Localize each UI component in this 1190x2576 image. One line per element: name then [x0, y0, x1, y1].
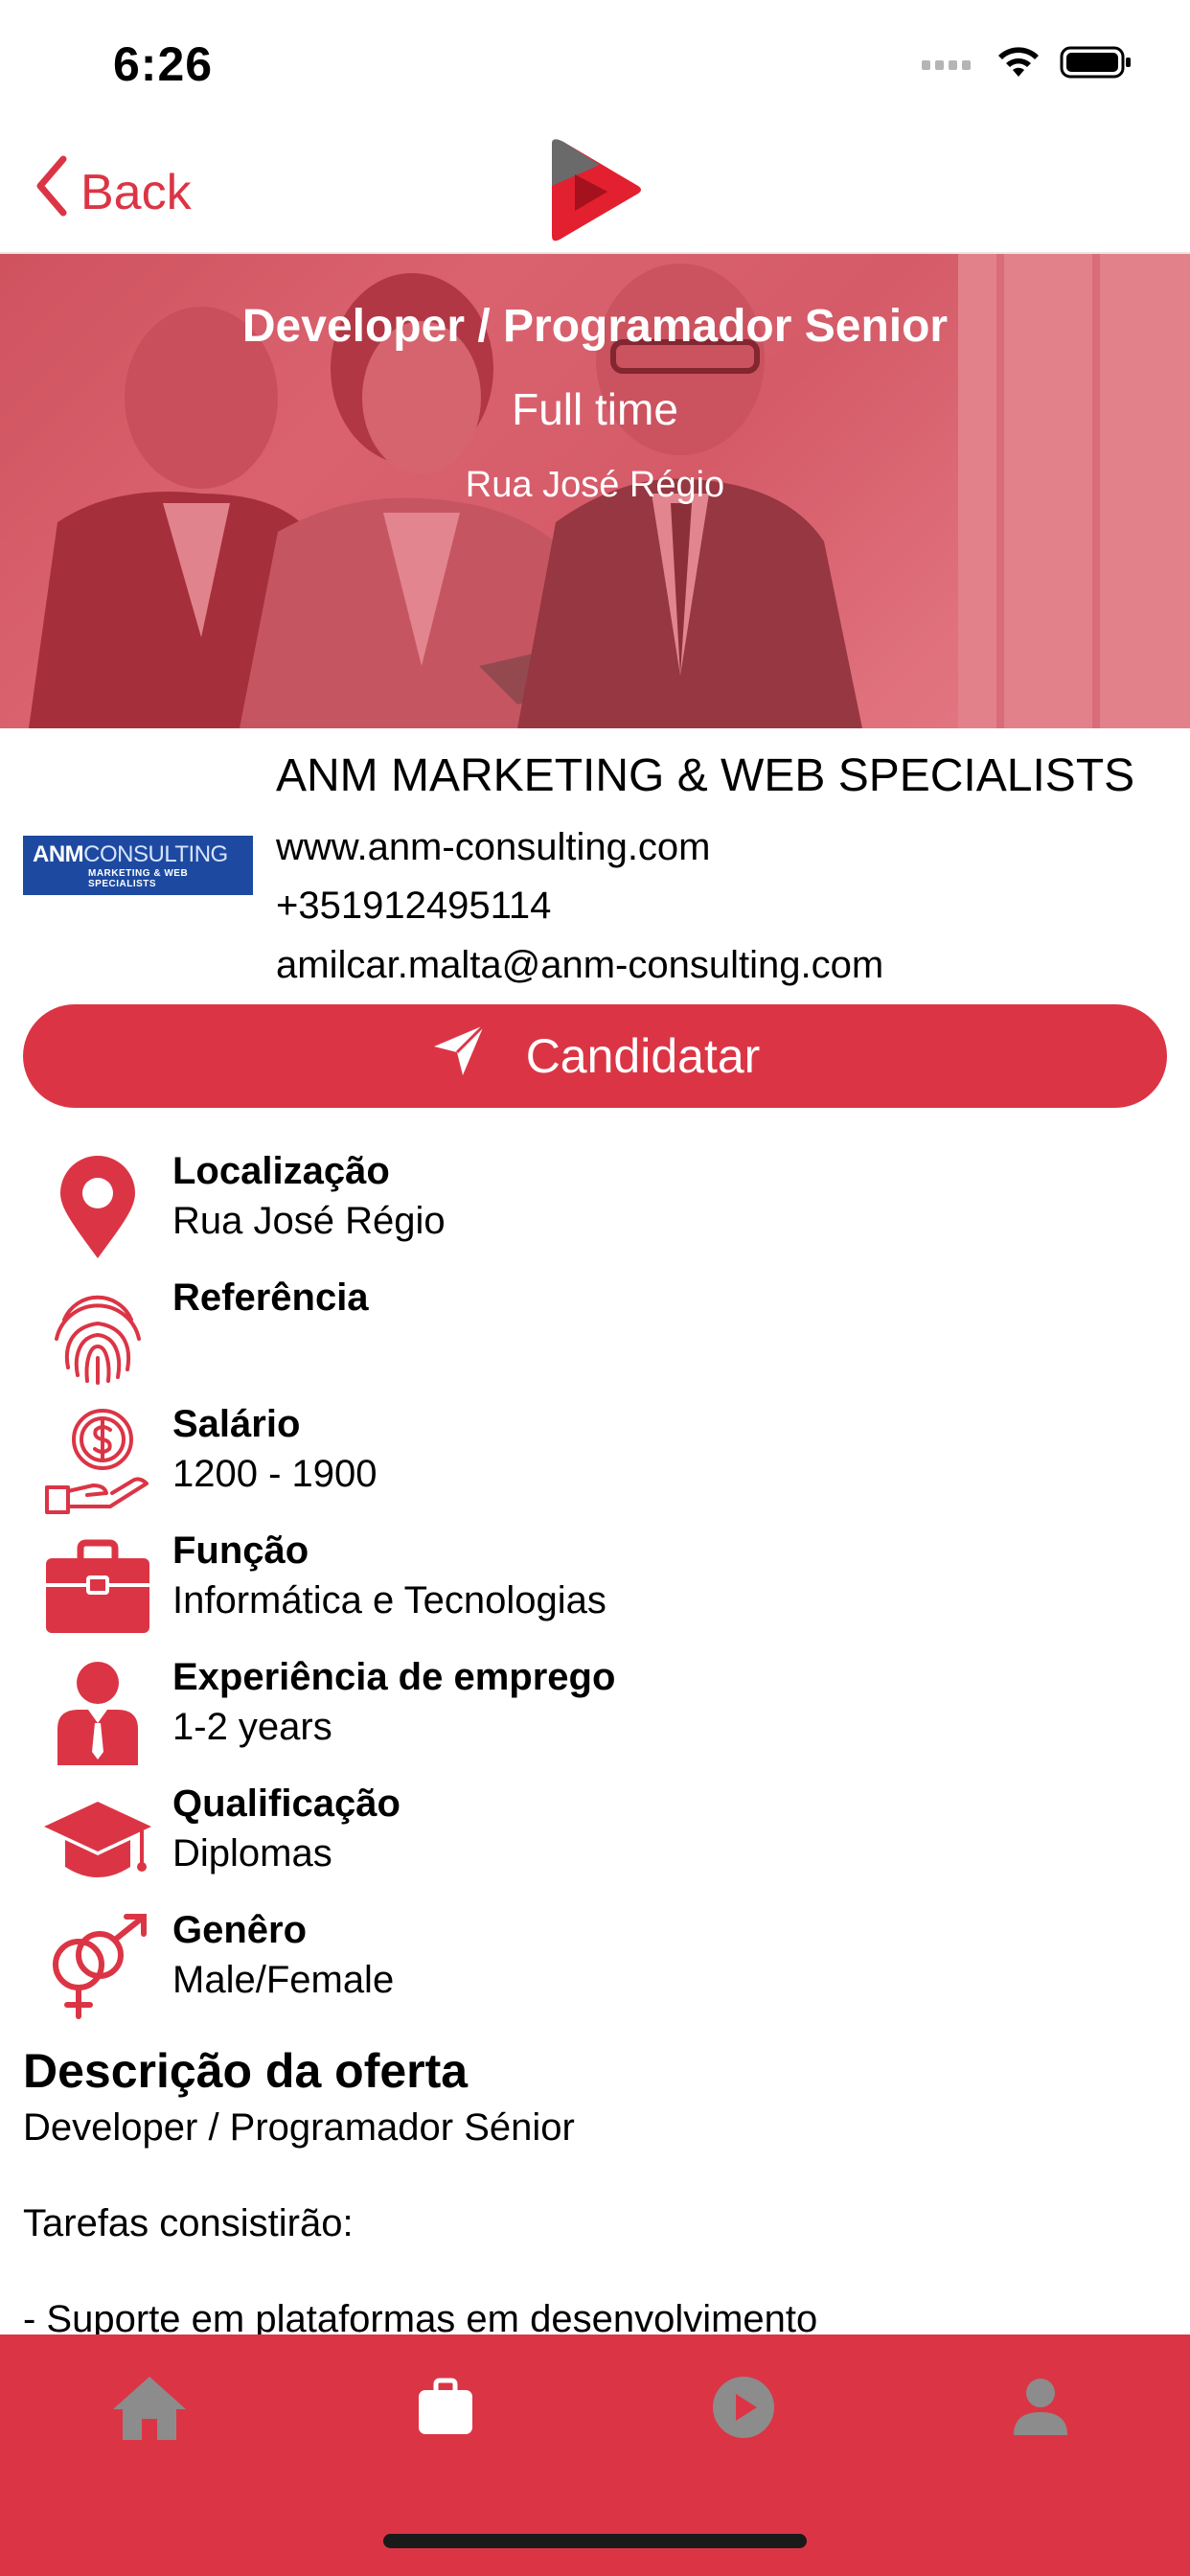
- jobs-briefcase-icon: [415, 2377, 476, 2443]
- gender-icon: [40, 1911, 155, 2022]
- status-bar: 6:26: [0, 0, 1190, 125]
- detail-label: Localização: [172, 1150, 390, 1192]
- status-time: 6:26: [113, 37, 214, 91]
- detail-value: Informática e Tecnologias: [172, 1579, 606, 1622]
- detail-value: 1200 - 1900: [172, 1453, 378, 1495]
- detail-gender: Genêro Male/Female: [0, 1909, 1190, 2024]
- company-website-link[interactable]: www.anm-consulting.com: [276, 826, 711, 869]
- play-circle-icon: [711, 2375, 776, 2445]
- detail-label: Salário: [172, 1403, 301, 1445]
- description-title: Descrição da oferta: [23, 2044, 469, 2098]
- detail-location: Localização Rua José Régio: [0, 1150, 1190, 1265]
- detail-label: Experiência de emprego: [172, 1656, 616, 1698]
- wifi-icon: [995, 44, 1042, 85]
- company-name: ANM MARKETING & WEB SPECIALISTS: [276, 750, 1135, 801]
- detail-value: Male/Female: [172, 1959, 395, 2001]
- tab-videos[interactable]: [696, 2361, 791, 2457]
- location-pin-icon: [40, 1152, 155, 1263]
- detail-reference: Referência: [0, 1276, 1190, 1392]
- chevron-left-icon: [34, 155, 67, 229]
- description-line: Tarefas consistirão:: [23, 2202, 354, 2244]
- back-label: Back: [80, 164, 192, 220]
- employee-icon: [40, 1658, 155, 1769]
- send-icon: [430, 1022, 488, 1091]
- graduation-cap-icon: [40, 1784, 155, 1896]
- detail-label: Referência: [172, 1276, 369, 1319]
- fingerprint-icon: [40, 1278, 155, 1390]
- tab-home[interactable]: [102, 2361, 197, 2457]
- job-location: Rua José Régio: [465, 465, 725, 505]
- job-hero-banner: Developer / Programador Senior Full time…: [0, 254, 1190, 728]
- salary-hand-icon: [40, 1405, 155, 1516]
- detail-value: Diplomas: [172, 1832, 332, 1874]
- apply-label: Candidatar: [525, 1029, 761, 1083]
- home-icon: [111, 2373, 188, 2447]
- job-type: Full time: [512, 384, 678, 434]
- profile-icon: [1012, 2378, 1069, 2442]
- company-email-link[interactable]: amilcar.malta@anm-consulting.com: [276, 944, 883, 987]
- play-logo-icon: [542, 136, 648, 248]
- description-line: Developer / Programador Sénior: [23, 2106, 575, 2149]
- status-indicators: [920, 44, 1133, 85]
- tab-jobs[interactable]: [398, 2361, 493, 2457]
- detail-label: Qualificação: [172, 1782, 400, 1825]
- detail-function: Função Informática e Tecnologias: [0, 1530, 1190, 1644]
- detail-label: Função: [172, 1530, 309, 1572]
- apply-button[interactable]: Candidatar: [23, 1004, 1167, 1108]
- company-phone-link[interactable]: +351912495114: [276, 885, 551, 928]
- detail-label: Genêro: [172, 1909, 308, 1951]
- back-button[interactable]: Back: [34, 155, 192, 229]
- company-logo: ANMCONSULTING MARKETING & WEB SPECIALIST…: [23, 836, 253, 895]
- detail-value: Rua José Régio: [172, 1200, 446, 1242]
- briefcase-icon: [40, 1531, 155, 1643]
- home-indicator[interactable]: [383, 2534, 807, 2548]
- signal-icon: [920, 53, 977, 77]
- detail-experience: Experiência de emprego 1-2 years: [0, 1656, 1190, 1771]
- company-info: ANMCONSULTING MARKETING & WEB SPECIALIST…: [0, 728, 1190, 1001]
- detail-value: 1-2 years: [172, 1706, 332, 1748]
- job-title: Developer / Programador Senior: [241, 301, 949, 352]
- battery-icon: [1060, 45, 1133, 84]
- tab-profile[interactable]: [993, 2361, 1088, 2457]
- navigation-bar: Back: [0, 125, 1190, 254]
- detail-salary: Salário 1200 - 1900: [0, 1403, 1190, 1518]
- detail-qualification: Qualificação Diplomas: [0, 1782, 1190, 1898]
